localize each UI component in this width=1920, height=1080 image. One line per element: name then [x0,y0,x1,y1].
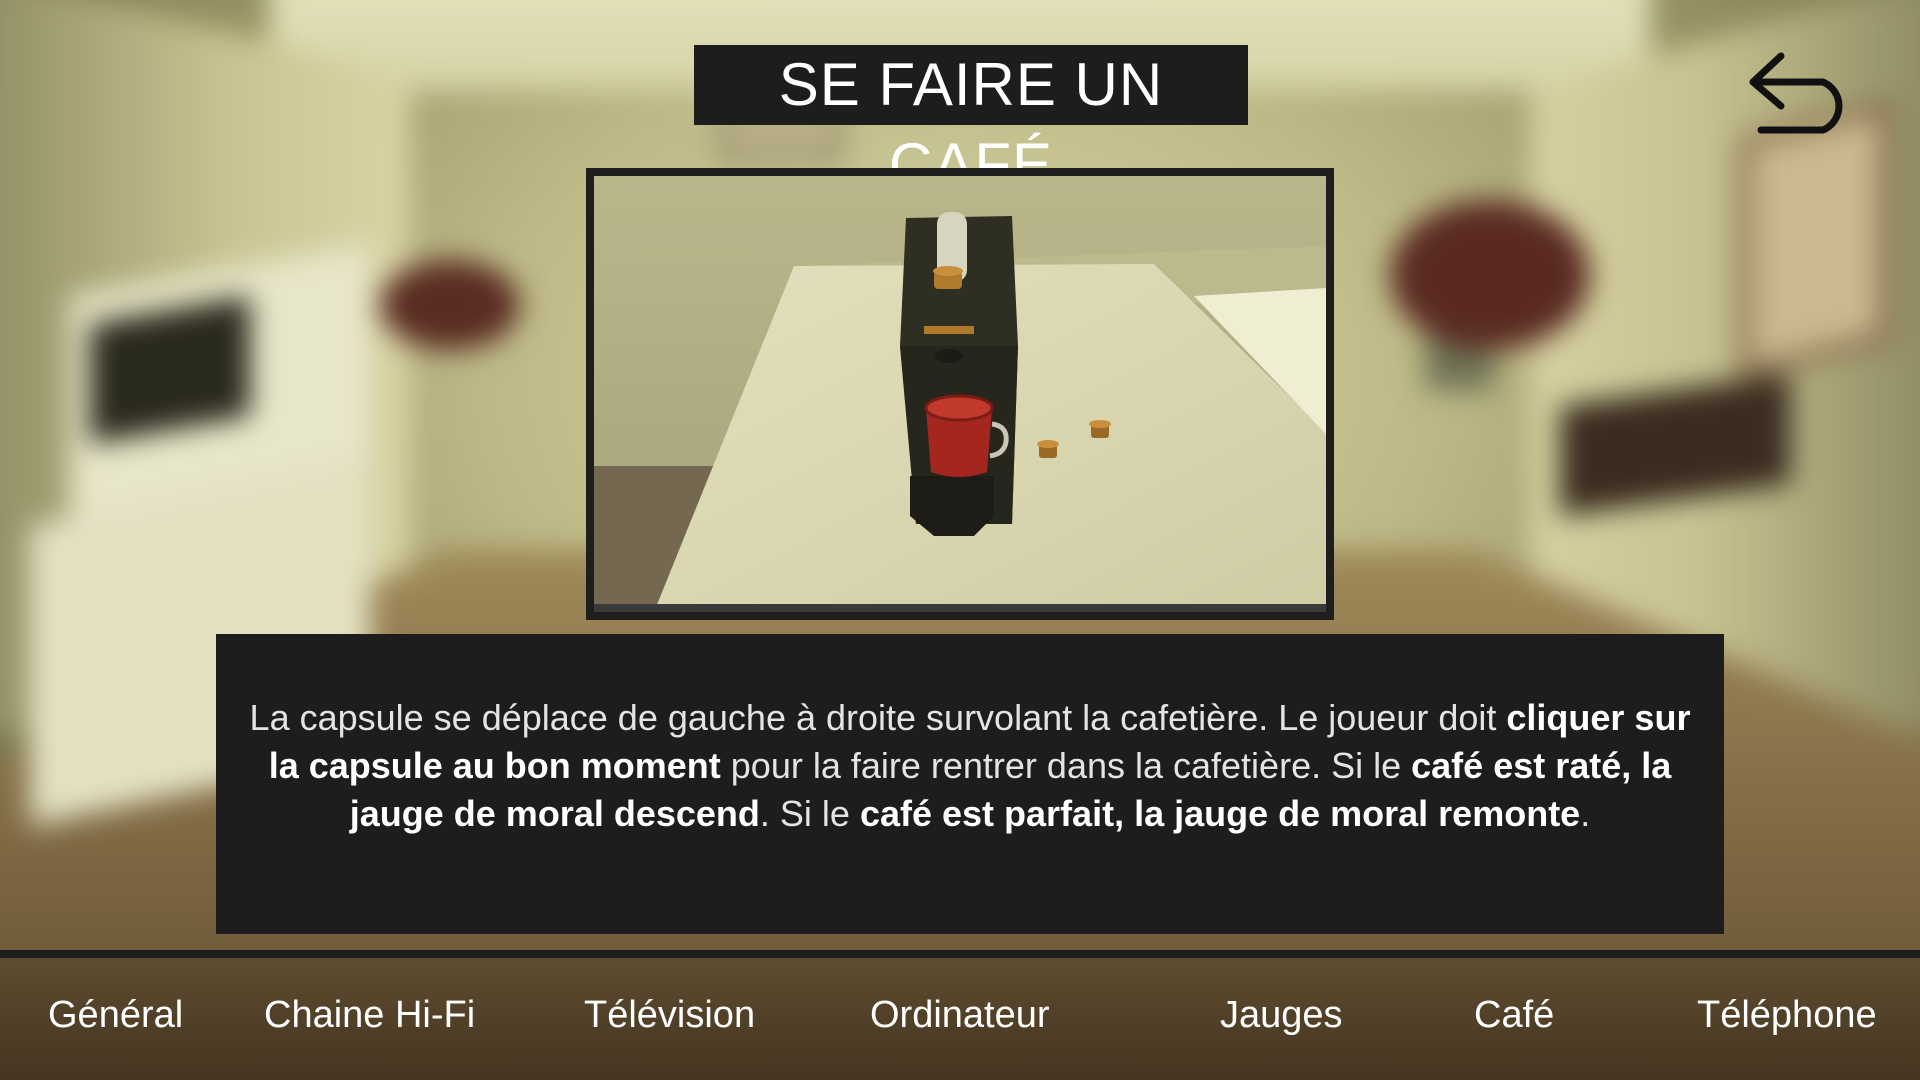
back-arrow-icon [1749,52,1843,134]
nav-item-telephone[interactable]: Téléphone [1697,994,1877,1037]
nav-item-television[interactable]: Télévision [584,994,755,1037]
nav-item-ordinateur[interactable]: Ordinateur [870,994,1050,1037]
plant [1390,200,1590,350]
nav-divider [0,950,1920,958]
nav-item-cafe[interactable]: Café [1474,994,1554,1037]
description-part-2: pour la faire rentrer dans la cafetière.… [720,745,1412,786]
description-part-1: La capsule se déplace de gauche à droite… [249,697,1507,738]
side-table [380,260,520,350]
page-title: SE FAIRE UN CAFÉ [694,45,1248,198]
gameplay-screenshot [586,168,1334,620]
description-bold-3: café est parfait, la jauge de moral remo… [859,793,1581,834]
back-button[interactable] [1745,42,1857,134]
bottom-nav: Général Chaine Hi-Fi Télévision Ordinate… [0,958,1920,1080]
coffee-machine-scene [594,176,1326,612]
description-text: La capsule se déplace de gauche à droite… [246,694,1694,838]
capsule-1 [1037,440,1059,458]
description-panel: La capsule se déplace de gauche à droite… [216,634,1724,934]
capsule-2 [1089,420,1111,438]
wall-picture-right [1740,101,1890,379]
nav-item-general[interactable]: Général [48,994,183,1037]
nav-item-chaine-hifi[interactable]: Chaine Hi-Fi [264,994,475,1037]
description-part-3: . Si le [759,793,860,834]
nav-item-jauges[interactable]: Jauges [1220,994,1343,1037]
description-part-4: . [1580,793,1591,834]
